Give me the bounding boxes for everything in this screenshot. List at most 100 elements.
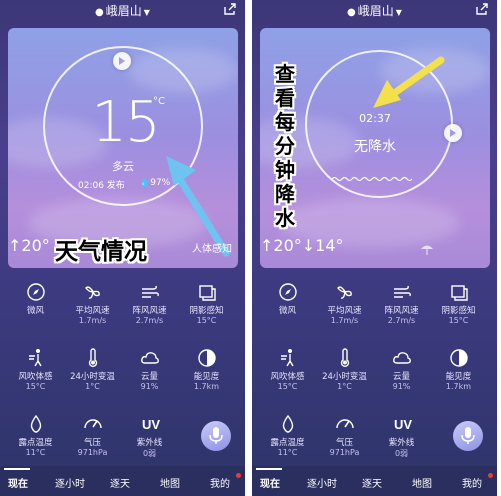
tab-daily[interactable]: 逐天 [362, 475, 382, 490]
metric-value: 91% [392, 382, 411, 391]
metric-cloud[interactable]: 云量 91% [371, 348, 432, 408]
microphone-icon [209, 427, 223, 444]
tab-hourly[interactable]: 逐小时 [307, 475, 337, 490]
gust-icon [392, 282, 412, 302]
metric-wind-chill[interactable]: 风吹体感 15°C [5, 348, 66, 408]
location-pin-icon: ● [347, 7, 356, 18]
metric-value: 2.7m/s [387, 316, 416, 325]
thermometer-icon [335, 348, 355, 368]
share-icon[interactable] [223, 2, 237, 16]
metric-label: 紫外线 [136, 438, 163, 448]
metric-uv[interactable]: UV 紫外线 0弱 [119, 414, 180, 474]
annotation-weather-conditions: 天气情况 [55, 239, 147, 265]
location-selector[interactable]: ● 峨眉山 ▼ [252, 2, 497, 19]
tab-mine[interactable]: 我的 [210, 475, 230, 490]
visibility-icon [197, 348, 217, 368]
metric-gust[interactable]: 阵风风速 2.7m/s [119, 282, 180, 342]
wind-chill-icon [278, 348, 298, 368]
wind-chill-icon [26, 348, 46, 368]
shade-icon [197, 282, 217, 302]
dewpoint-icon [26, 414, 46, 434]
metric-value: 971hPa [329, 448, 360, 457]
cloud-icon [140, 348, 160, 368]
publish-time: 02:06 发布 [78, 181, 125, 191]
visibility-icon [449, 348, 469, 368]
voice-button[interactable] [201, 421, 231, 451]
tab-map[interactable]: 地图 [160, 475, 180, 490]
metric-value: 15°C [448, 316, 469, 325]
chevron-down-icon: ▼ [143, 8, 150, 17]
metric-thermometer[interactable]: 24小时变温 1°C [314, 348, 375, 408]
notification-dot [488, 473, 493, 478]
umbrella-icon [421, 245, 433, 255]
chevron-down-icon: ▼ [395, 8, 402, 17]
metric-wind[interactable]: 平均风速 1.7m/s [62, 282, 123, 342]
svg-text:UV: UV [142, 417, 160, 432]
top-bar: ● 峨眉山 ▼ [0, 0, 245, 22]
compass-icon [278, 282, 298, 302]
top-bar: ● 峨眉山 ▼ [252, 0, 497, 22]
metric-value: 971hPa [77, 448, 108, 457]
tab-map[interactable]: 地图 [412, 475, 432, 490]
metric-gust[interactable]: 阵风风速 2.7m/s [371, 282, 432, 342]
metric-value: 0弱 [394, 449, 409, 458]
location-pin-icon: ● [95, 7, 104, 18]
metric-dewpoint[interactable]: 露点温度 11°C [5, 414, 66, 474]
tab-now[interactable]: 现在 [8, 475, 28, 490]
tab-hourly[interactable]: 逐小时 [55, 475, 85, 490]
annotation-char: 降 [275, 182, 295, 206]
voice-button[interactable] [453, 421, 483, 451]
dial-toggle-handle[interactable] [113, 52, 131, 70]
pressure-icon [335, 414, 355, 434]
metric-cloud[interactable]: 云量 91% [119, 348, 180, 408]
metric-value: 1.7km [445, 382, 472, 391]
annotation-char: 每 [275, 110, 295, 134]
wind-icon [83, 282, 103, 302]
metric-shade[interactable]: 阴影感知 15°C [176, 282, 237, 342]
arrow-annotation-icon [373, 56, 445, 108]
metric-compass[interactable]: 微风 [5, 282, 66, 342]
metric-label: 云量 [140, 372, 158, 382]
metric-label: 24小时变温 [322, 372, 367, 382]
metric-value: 0弱 [142, 449, 157, 458]
tab-now[interactable]: 现在 [260, 475, 280, 490]
high-low-temp: ↑20°↓14° [260, 236, 344, 255]
metric-pressure[interactable]: 气压 971hPa [62, 414, 123, 474]
metric-value: 15°C [277, 382, 298, 391]
metric-value: 1.7m/s [330, 316, 359, 325]
metric-pressure[interactable]: 气压 971hPa [314, 414, 375, 474]
metric-thermometer[interactable]: 24小时变温 1°C [62, 348, 123, 408]
metric-value: 11°C [277, 448, 298, 457]
metric-visibility[interactable]: 能见度 1.7km [176, 348, 237, 408]
tab-daily[interactable]: 逐天 [110, 475, 130, 490]
metric-value: 1°C [85, 382, 100, 391]
metric-wind-chill[interactable]: 风吹体感 15°C [257, 348, 318, 408]
metric-label: 露点温度 [270, 438, 305, 448]
gust-icon [140, 282, 160, 302]
compass-icon [26, 282, 46, 302]
wind-icon [335, 282, 355, 302]
metric-label: 阴影感知 [441, 306, 476, 316]
metric-uv[interactable]: UV 紫外线 0弱 [371, 414, 432, 474]
metric-compass[interactable]: 微风 [257, 282, 318, 342]
share-icon[interactable] [475, 2, 489, 16]
feels-like-label: 人体感知 [192, 244, 232, 255]
metric-label: 风吹体感 [18, 372, 53, 382]
metric-dewpoint[interactable]: 露点温度 11°C [257, 414, 318, 474]
metric-label: 平均风速 [327, 306, 362, 316]
location-selector[interactable]: ● 峨眉山 ▼ [0, 2, 245, 19]
tab-mine[interactable]: 我的 [462, 475, 482, 490]
notification-dot [236, 473, 241, 478]
metric-visibility[interactable]: 能见度 1.7km [428, 348, 489, 408]
weather-screen-current: ● 峨眉山 ▼ 15 °C 多云 02:06 发布 💧97% ↑20° ↓ 人体感知… [0, 0, 245, 496]
temperature-unit: °C [153, 96, 165, 107]
metric-wind[interactable]: 平均风速 1.7m/s [314, 282, 375, 342]
bottom-tab-bar: 现在 逐小时 逐天 地图 我的 [252, 466, 497, 496]
annotation-char: 看 [275, 86, 295, 110]
metric-shade[interactable]: 阴影感知 15°C [428, 282, 489, 342]
metric-value: 2.7m/s [135, 316, 164, 325]
metric-value: 1.7km [193, 382, 220, 391]
precipitation-wave-icon [332, 176, 412, 182]
uv-icon: UV [392, 414, 412, 434]
pressure-icon [83, 414, 103, 434]
